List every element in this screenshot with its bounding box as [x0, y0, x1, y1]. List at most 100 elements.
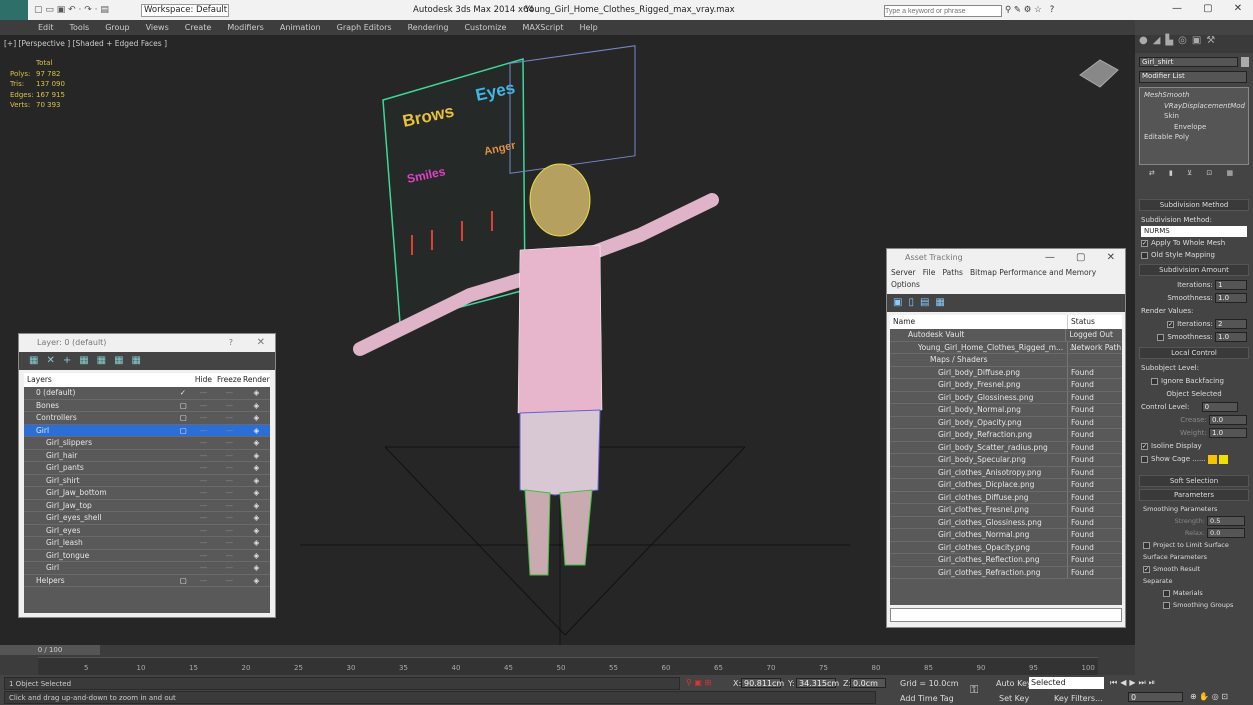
menu-maxscript[interactable]: MAXScript: [514, 20, 571, 35]
current-layer-toggle[interactable]: [180, 487, 192, 499]
freeze-toggle[interactable]: —: [216, 387, 243, 399]
layer-row[interactable]: 0 (default) ✓ — — ◈: [24, 387, 270, 400]
infocenter-icons[interactable]: ⚲ ✎ ⚙ ☆ ?: [1005, 5, 1054, 15]
layer-row[interactable]: Girl ▢ — — ◈: [24, 424, 270, 437]
asset-row[interactable]: Girl_body_Opacity.png Found: [890, 416, 1122, 429]
freeze-toggle[interactable]: —: [216, 575, 243, 587]
menu-options[interactable]: Options: [891, 280, 920, 289]
menu-file[interactable]: File: [923, 268, 936, 277]
weight-spinner[interactable]: 1.0: [1209, 428, 1247, 438]
window-controls[interactable]: — ▢ ✕: [1045, 249, 1115, 267]
asset-path-field[interactable]: [890, 608, 1122, 622]
track-bar[interactable]: 5 10 15 20 25 30 35 40 45 50 55 60 65 70 75 80 85 90 95 100: [38, 657, 1098, 675]
old-style-mapping-checkbox[interactable]: Old Style Mapping: [1141, 249, 1247, 261]
viewport-label[interactable]: [+] [Perspective ] [Shaded + Edged Faces…: [4, 39, 167, 48]
render-toggle[interactable]: ◈: [243, 412, 270, 424]
asset-row[interactable]: Girl_clothes_Fresnel.png Found: [890, 504, 1122, 517]
stack-tools[interactable]: ⇄ ▮ ⊻ ⊡ ▦: [1135, 169, 1253, 187]
freeze-toggle[interactable]: —: [216, 562, 243, 574]
auto-key-button[interactable]: Auto Key: [996, 679, 1032, 688]
menu-modifiers[interactable]: Modifiers: [219, 20, 272, 35]
asset-list[interactable]: Name Status Autodesk Vault Logged Out ... Y…: [890, 315, 1122, 605]
render-toggle[interactable]: ◈: [243, 500, 270, 512]
subdivision-method-dropdown[interactable]: NURMS: [1141, 226, 1247, 237]
crease-spinner[interactable]: 0.0: [1209, 415, 1247, 425]
hide-toggle[interactable]: —: [191, 487, 215, 499]
asset-row[interactable]: Girl_body_Diffuse.png Found: [890, 366, 1122, 379]
object-color-swatch[interactable]: [1241, 57, 1249, 67]
render-toggle[interactable]: ◈: [243, 400, 270, 412]
current-frame-field[interactable]: 0: [1128, 692, 1183, 702]
hide-toggle[interactable]: —: [191, 462, 215, 474]
menu-tools[interactable]: Tools: [62, 20, 98, 35]
render-toggle[interactable]: ◈: [243, 450, 270, 462]
hide-toggle[interactable]: —: [191, 537, 215, 549]
hide-toggle[interactable]: —: [191, 387, 215, 399]
modifier-list-dropdown[interactable]: Modifier List: [1139, 71, 1247, 83]
render-toggle[interactable]: ◈: [243, 387, 270, 399]
show-cage-checkbox[interactable]: Show Cage ......: [1141, 453, 1247, 466]
asset-row[interactable]: Girl_clothes_Refraction.png Found: [890, 566, 1122, 579]
layer-row[interactable]: Girl_eyes — — ◈: [24, 525, 270, 537]
freeze-toggle[interactable]: —: [216, 525, 243, 537]
hide-toggle[interactable]: —: [191, 400, 215, 412]
workspace-dropdown[interactable]: Workspace: Default: [141, 4, 229, 17]
layer-row[interactable]: Helpers ▢ — — ◈: [24, 575, 270, 587]
freeze-toggle[interactable]: —: [216, 462, 243, 474]
freeze-toggle[interactable]: —: [216, 437, 243, 449]
asset-row[interactable]: Girl_clothes_Opacity.png Found: [890, 541, 1122, 554]
layer-row[interactable]: Girl_Jaw_top — — ◈: [24, 500, 270, 512]
object-name-field[interactable]: Girl_shirt: [1139, 57, 1239, 67]
playback-controls[interactable]: ⏮◀▶⏭⏯: [1110, 678, 1158, 688]
current-layer-toggle[interactable]: ▢: [180, 400, 192, 412]
asset-row[interactable]: Girl_body_Scatter_radius.png Found: [890, 441, 1122, 454]
asset-row[interactable]: Girl_body_Refraction.png Found: [890, 429, 1122, 442]
layer-row[interactable]: Girl_slippers — — ◈: [24, 437, 270, 450]
search-input[interactable]: [884, 5, 1002, 17]
menu-server[interactable]: Server: [891, 268, 916, 277]
render-smoothness-spinner[interactable]: 1.0: [1215, 332, 1247, 342]
current-layer-toggle[interactable]: ✓: [180, 387, 192, 399]
set-key-button[interactable]: Set Key: [999, 694, 1029, 703]
hide-toggle[interactable]: —: [191, 475, 215, 487]
cage-color-2[interactable]: [1219, 454, 1229, 464]
stack-item[interactable]: Skin: [1144, 111, 1244, 122]
asset-row[interactable]: Girl_clothes_Anisotropy.png Found: [890, 466, 1122, 479]
render-iterations-spinner[interactable]: 2: [1215, 319, 1247, 329]
menu-rendering[interactable]: Rendering: [400, 20, 457, 35]
layer-window-title[interactable]: Layer: 0 (default) ? ✕: [19, 334, 275, 352]
command-tabs[interactable]: ●◢▙◎▣⚒: [1135, 35, 1253, 53]
current-layer-toggle[interactable]: [180, 500, 192, 512]
layer-row[interactable]: Girl — — ◈: [24, 562, 270, 575]
render-toggle[interactable]: ◈: [243, 537, 270, 549]
menu-paths[interactable]: Paths: [942, 268, 962, 277]
relax-spinner[interactable]: 0.0: [1207, 528, 1245, 538]
current-layer-toggle[interactable]: [180, 450, 192, 462]
modifier-stack[interactable]: MeshSmooth VRayDisplacementMod Skin Enve…: [1139, 87, 1249, 165]
freeze-toggle[interactable]: —: [216, 400, 243, 412]
hide-toggle[interactable]: —: [191, 500, 215, 512]
strength-spinner[interactable]: 0.5: [1207, 516, 1245, 526]
layer-row[interactable]: Bones ▢ — — ◈: [24, 400, 270, 412]
layer-list[interactable]: Layers Hide Freeze Render 0 (default) ✓ — —…: [24, 373, 270, 613]
add-time-tag[interactable]: Add Time Tag: [900, 694, 954, 703]
project-limit-checkbox[interactable]: Project to Limit Surface: [1143, 539, 1245, 551]
materials-checkbox[interactable]: Materials: [1143, 587, 1245, 599]
asset-row[interactable]: Girl_body_Specular.png Found: [890, 454, 1122, 467]
layer-toolbar[interactable]: ▦✕+▦▦▦▦: [19, 352, 275, 370]
current-layer-toggle[interactable]: ▢: [180, 425, 192, 437]
window-controls[interactable]: — ▢ ✕: [1172, 3, 1242, 14]
hide-toggle[interactable]: —: [191, 512, 215, 524]
current-layer-toggle[interactable]: [180, 537, 192, 549]
hide-toggle[interactable]: —: [191, 562, 215, 574]
layer-row[interactable]: Girl_Jaw_bottom — — ◈: [24, 487, 270, 500]
asset-row[interactable]: Girl_clothes_Glossiness.png Found: [890, 516, 1122, 529]
render-toggle[interactable]: ◈: [243, 487, 270, 499]
render-toggle[interactable]: ◈: [243, 425, 270, 437]
current-layer-toggle[interactable]: ▢: [180, 412, 192, 424]
render-toggle[interactable]: ◈: [243, 525, 270, 537]
time-slider[interactable]: 0 / 100: [0, 645, 100, 655]
stack-item[interactable]: VRayDisplacementMod: [1144, 101, 1245, 112]
asset-row[interactable]: Girl_clothes_Diffuse.png Found: [890, 491, 1122, 504]
current-layer-toggle[interactable]: [180, 562, 192, 574]
